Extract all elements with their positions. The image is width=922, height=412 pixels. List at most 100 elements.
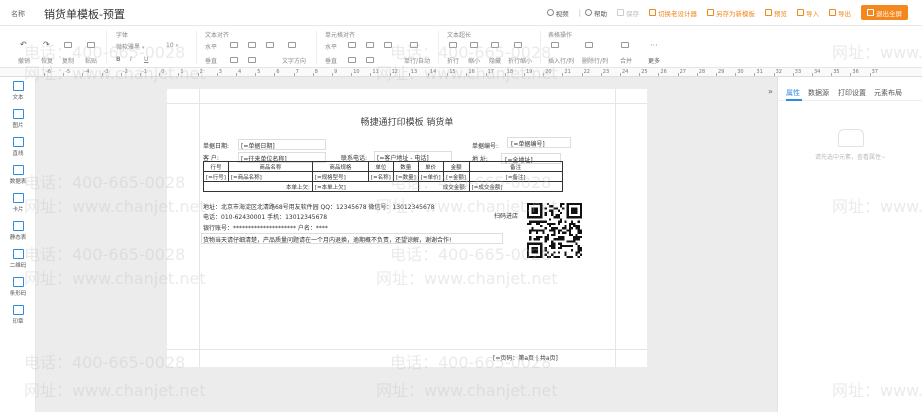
- last-owed-value[interactable]: [=本单上欠]: [311, 181, 419, 192]
- merge-button[interactable]: 合并: [620, 56, 632, 65]
- export-button[interactable]: 导出: [829, 8, 851, 18]
- clip-icon[interactable]: [491, 42, 499, 48]
- number-field-box[interactable]: [507, 137, 571, 148]
- underline-button[interactable]: U: [144, 56, 148, 63]
- switch-old-designer-button[interactable]: 切换老设计器: [649, 8, 697, 18]
- align-left-icon[interactable]: [230, 42, 238, 48]
- table-cell[interactable]: [=行号]: [203, 171, 229, 182]
- delete-row-icon[interactable]: [585, 42, 593, 48]
- border-icon[interactable]: [410, 42, 418, 48]
- tab-element-layout[interactable]: 元素布局: [874, 88, 902, 98]
- undo-button[interactable]: 撤销: [18, 56, 30, 65]
- design-canvas[interactable]: 畅捷通打印模板 销货单 单据日期: [=单据日期] 单据编号: [=单据编号] …: [24, 43, 777, 412]
- table-cell[interactable]: [=金额]: [442, 171, 470, 182]
- table-header-cell[interactable]: 数量: [392, 161, 419, 172]
- cell-align-right-icon[interactable]: [384, 42, 392, 48]
- sidebar-item-data-table[interactable]: 数据表: [0, 163, 36, 189]
- table-cell[interactable]: [=规格型号]: [311, 171, 369, 182]
- cell-align-center-icon[interactable]: [366, 42, 374, 48]
- copy-button[interactable]: 复制: [62, 56, 74, 65]
- deal-amount-label[interactable]: 成交金额:: [417, 181, 470, 192]
- sidebar-item-static-table[interactable]: 静态表: [0, 219, 36, 245]
- overflow-clip-button[interactable]: 隐藏: [489, 56, 501, 65]
- sidebar-item-card[interactable]: 卡片: [0, 191, 36, 217]
- tab-datasource[interactable]: 数据源: [808, 88, 829, 98]
- copy-icon[interactable]: [64, 42, 72, 48]
- paste-button[interactable]: 粘贴: [85, 56, 97, 65]
- wrap-shrink-icon[interactable]: [514, 42, 522, 48]
- video-button[interactable]: 视频: [546, 8, 569, 18]
- sidebar-item-barcode[interactable]: 条形码: [0, 275, 36, 301]
- sidebar-item-line[interactable]: 直线: [0, 135, 36, 161]
- more-icon[interactable]: ···: [650, 41, 658, 50]
- footer-phone[interactable]: 电话：010-62430001 手机：13012345678: [203, 212, 327, 221]
- tab-properties[interactable]: 属性: [786, 88, 800, 98]
- align-center-icon[interactable]: [248, 42, 256, 48]
- sidebar-item-qrcode[interactable]: 二维码: [0, 247, 36, 273]
- import-button[interactable]: 导入: [797, 8, 819, 18]
- sidebar-item-text[interactable]: 文本: [0, 79, 36, 105]
- font-size-select[interactable]: 10 ▾: [166, 42, 178, 49]
- footer-address[interactable]: 地址：北京市海淀区北清路68号用友软件园 QQ：12345678 微信号：130…: [203, 202, 434, 211]
- text-align-horizontal[interactable]: 水平: [205, 42, 217, 51]
- print-page[interactable]: 畅捷通打印模板 销货单 单据日期: [=单据日期] 单据编号: [=单据编号] …: [167, 89, 647, 367]
- number-label[interactable]: 单据编号:: [472, 141, 498, 150]
- help-button[interactable]: 帮助: [585, 8, 607, 18]
- single-line-auto-button[interactable]: 单行/自动: [404, 56, 430, 65]
- goods-table[interactable]: 行号 商品名称 商品规格 单位 数量 单价 金额 备注 [=行号] [=商品名称…: [203, 161, 563, 192]
- table-header-cell[interactable]: 行号: [203, 161, 229, 172]
- cell-valign-middle-icon[interactable]: [366, 57, 374, 63]
- page-number-field[interactable]: [=页码：第a页 | 共a页]: [493, 353, 558, 362]
- text-direction-button[interactable]: 文字方向: [282, 56, 306, 65]
- valign-top-icon[interactable]: [230, 57, 238, 63]
- footer-notice-box[interactable]: [201, 233, 503, 244]
- wrap-icon[interactable]: [449, 42, 457, 48]
- overflow-wrap-shrink-button[interactable]: 折行缩小: [508, 56, 532, 65]
- footer-bank[interactable]: 银行账号：********************* 户名：****: [203, 223, 328, 232]
- table-cell[interactable]: [=商品名称]: [227, 171, 313, 182]
- bold-button[interactable]: B: [116, 56, 121, 63]
- sidebar-item-image[interactable]: 图片: [0, 107, 36, 133]
- document-title[interactable]: 畅捷通打印模板 销货单: [167, 115, 647, 128]
- scan-store-label[interactable]: 扫码进店: [494, 211, 518, 220]
- date-label[interactable]: 单据日期:: [203, 141, 229, 150]
- insert-row-icon[interactable]: [551, 42, 559, 48]
- save-as-template-button[interactable]: 另存为新模板: [707, 8, 755, 18]
- insert-row-col-button[interactable]: 插入行/列: [548, 56, 574, 65]
- table-cell[interactable]: [=数量]: [392, 171, 419, 182]
- tab-print-settings[interactable]: 打印设置: [838, 88, 866, 98]
- cell-align-horizontal[interactable]: 水平: [325, 42, 337, 51]
- undo-icon[interactable]: ↶: [20, 40, 27, 49]
- overflow-shrink-button[interactable]: 缩小: [468, 56, 480, 65]
- valign-middle-icon[interactable]: [248, 57, 256, 63]
- table-cell[interactable]: [=名称]: [367, 171, 394, 182]
- font-family-select[interactable]: 微软雅黑 ▾: [116, 42, 144, 51]
- collapse-panel-icon[interactable]: »: [768, 87, 773, 96]
- exit-fullscreen-button[interactable]: 退出全屏: [861, 5, 908, 20]
- overflow-wrap-button[interactable]: 折行: [447, 56, 459, 65]
- cell-valign-top-icon[interactable]: [348, 57, 356, 63]
- table-header-cell[interactable]: 商品名称: [227, 161, 313, 172]
- table-cell[interactable]: [=单价]: [417, 171, 444, 182]
- cell-align-left-icon[interactable]: [348, 42, 356, 48]
- table-header-cell[interactable]: 单位: [367, 161, 394, 172]
- deal-amount-value[interactable]: [=成交金额]: [468, 181, 563, 192]
- template-name[interactable]: 销货单模板-预置: [44, 6, 125, 22]
- table-header-cell[interactable]: 商品规格: [311, 161, 369, 172]
- align-right-icon[interactable]: [266, 42, 274, 48]
- more-button[interactable]: 更多: [648, 56, 660, 65]
- table-cell[interactable]: [=备注]: [468, 171, 563, 182]
- merge-cells-icon[interactable]: [621, 42, 629, 48]
- redo-button[interactable]: 恢复: [41, 56, 53, 65]
- shrink-icon[interactable]: [470, 42, 478, 48]
- text-color-icon[interactable]: [288, 42, 296, 48]
- date-field-box[interactable]: [238, 139, 326, 150]
- save-button[interactable]: 保存: [617, 8, 639, 18]
- italic-button[interactable]: I: [130, 56, 132, 63]
- text-align-vertical[interactable]: 垂直: [205, 56, 217, 65]
- delete-row-col-button[interactable]: 删除行/列: [582, 56, 608, 65]
- table-header-cell[interactable]: 备注: [468, 161, 563, 172]
- cell-align-vertical[interactable]: 垂直: [325, 56, 337, 65]
- paste-icon[interactable]: [87, 42, 95, 48]
- last-owed-label[interactable]: 本单上欠:: [203, 181, 313, 192]
